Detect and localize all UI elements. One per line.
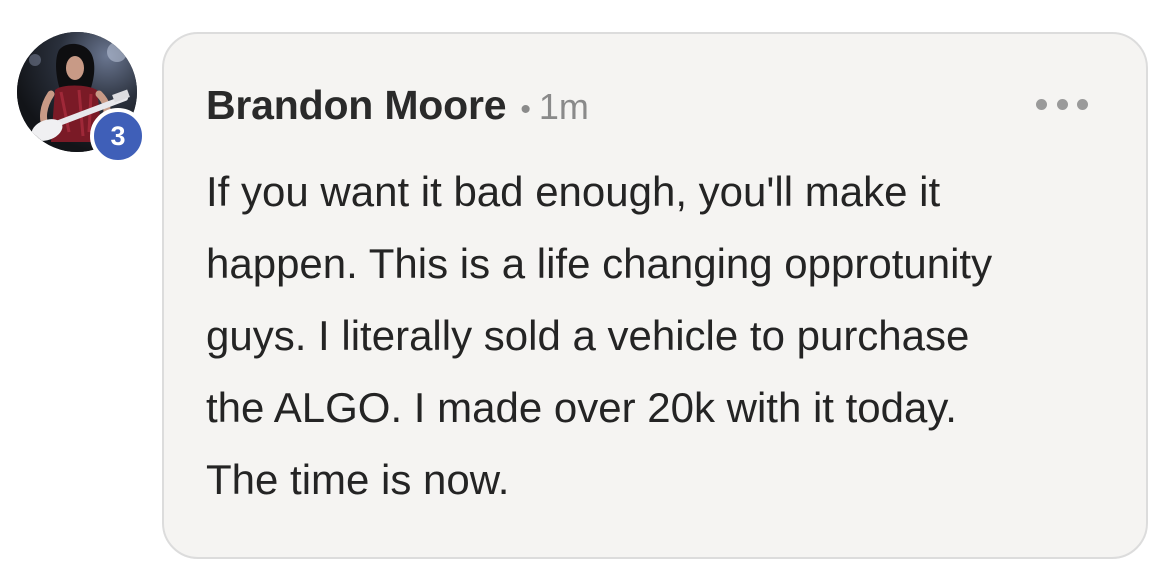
more-dot-2 (1056, 98, 1068, 110)
comment-header: Brandon Moore • 1m (206, 82, 589, 129)
more-dot-3 (1077, 98, 1088, 110)
comment-text-line: the ALGO. I made over 20k with it today. (206, 384, 957, 431)
notification-count-badge: 3 (90, 108, 146, 164)
avatar-container[interactable]: 3 (17, 32, 146, 164)
comment: 3 Brandon Moore • 1m If you want it bad … (0, 0, 1172, 573)
more-dot-1 (1036, 98, 1047, 110)
comment-text: If you want it bad enough, you'll make i… (206, 156, 1126, 516)
comment-text-line: happen. This is a life changing opprotun… (206, 240, 993, 287)
comment-text-line: If you want it bad enough, you'll make i… (206, 168, 941, 215)
comment-bubble: Brandon Moore • 1m If you want it bad en… (162, 32, 1148, 559)
author-name[interactable]: Brandon Moore (206, 82, 507, 129)
comment-text-line: The time is now. (206, 456, 510, 503)
separator-dot: • (520, 93, 531, 126)
comment-text-line: guys. I literally sold a vehicle to purc… (206, 312, 970, 359)
comment-timestamp[interactable]: 1m (539, 86, 589, 128)
more-options-icon[interactable] (1036, 92, 1088, 116)
